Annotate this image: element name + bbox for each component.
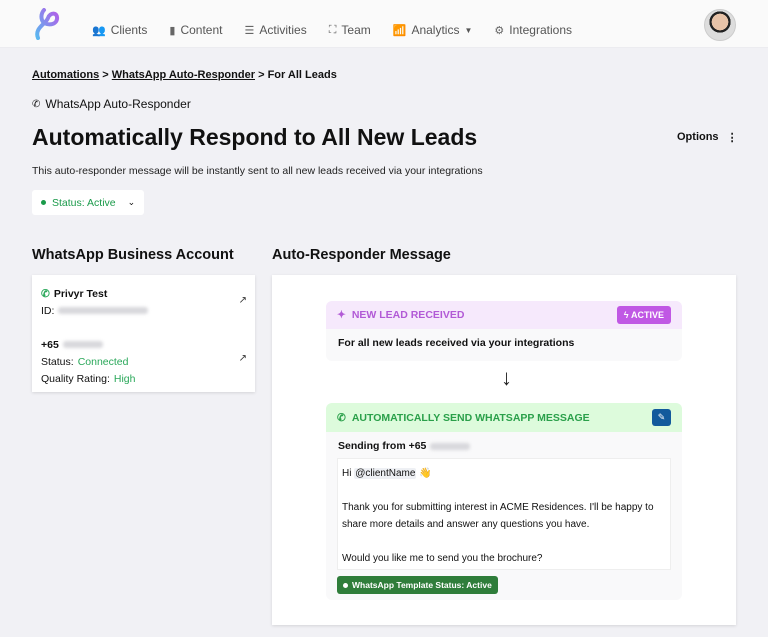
account-id-value [58,307,149,314]
breadcrumb-current: For All Leads [267,69,337,81]
trigger-block: ✦ NEW LEAD RECEIVED ϟ ACTIVE For all new … [326,301,682,361]
nav-activities[interactable]: ☰ Activities [244,23,306,37]
nav-label: Team [341,23,371,37]
breadcrumb-separator: > [102,69,109,81]
nav-label: Clients [110,23,148,37]
account-heading: WhatsApp Business Account [32,247,234,263]
message-preview: Hi @clientName 👋 Thank you for submittin… [337,458,671,570]
status-dot-icon [41,200,46,205]
breadcrumb-automations[interactable]: Automations [32,69,99,81]
file-icon: ▮ [169,24,176,37]
external-link-icon[interactable]: ↗ [239,353,247,364]
sending-from-label: Sending from +65 [338,440,427,452]
arrow-down-icon: ↓ [501,365,512,390]
status-label: Status: Active [52,196,116,209]
chevron-down-icon: ⌄ [127,197,136,207]
breadcrumb: Automations > WhatsApp Auto-Responder > … [32,69,337,81]
page-description: This auto-responder message will be inst… [32,165,483,177]
subtitle-text: WhatsApp Auto-Responder [45,97,191,111]
nav-integrations[interactable]: ⚙ Integrations [494,23,572,37]
breadcrumb-separator: > [258,69,265,81]
sparkles-icon: ✦ [337,309,346,321]
status-dot-icon [343,582,348,588]
waving-hand-icon: 👋 [419,468,432,479]
top-nav: 👥 Clients ▮ Content ☰ Activities ⛶ Team 📶 Ana… [0,0,768,48]
phone-prefix: +65 [41,338,59,351]
action-title: AUTOMATICALLY SEND WHATSAPP MESSAGE [351,411,590,424]
page-subtitle: ✆ WhatsApp Auto-Responder [32,97,191,111]
account-name: Privyr Test [53,287,108,300]
breadcrumb-whatsapp-auto-responder[interactable]: WhatsApp Auto-Responder [112,69,255,81]
quality-label: Quality Rating: [41,372,110,385]
greeting: Hi [342,468,352,479]
cogs-icon: ⚙ [494,24,505,37]
sitemap-icon: ⛶ [328,23,337,36]
connection-status: Connected [77,355,129,368]
nav-content[interactable]: ▮ Content [169,23,222,37]
whatsapp-icon: ✆ [41,287,50,300]
account-id-label: ID: [41,304,55,317]
template-status-badge: WhatsApp Template Status: Active [337,576,498,594]
message-heading: Auto-Responder Message [272,247,451,263]
client-name-tag: @clientName [354,468,417,479]
status-label: Status: [41,355,74,368]
sending-phone-number [430,442,471,450]
user-avatar[interactable] [704,9,736,41]
whatsapp-icon: ✆ [32,98,41,110]
action-block: ✆ AUTOMATICALLY SEND WHATSAPP MESSAGE ✎ S… [326,403,682,600]
nav-label: Analytics [411,23,460,37]
external-link-icon[interactable]: ↗ [239,295,247,306]
nav-label: Integrations [509,23,572,37]
message-question: Would you like me to send you the brochu… [342,553,543,564]
options-label: Options [677,131,719,143]
whatsapp-account-card: ✆ Privyr Test ID: ↗ +65 Status: Connected … [32,275,255,392]
options-button[interactable]: Options ⋮ [677,131,738,144]
active-badge: ϟ ACTIVE [616,306,671,324]
nav-label: Activities [259,23,307,37]
more-vertical-icon: ⋮ [726,132,738,144]
edit-button[interactable]: ✎ [652,409,671,426]
message-body: Thank you for submitting interest in ACM… [342,502,654,530]
nav-label: Content [180,23,223,37]
page-title: Automatically Respond to All New Leads [32,124,478,150]
quality-rating: High [113,372,136,385]
active-badge-label: ACTIVE [630,310,664,320]
whatsapp-icon: ✆ [337,411,346,424]
trigger-title: NEW LEAD RECEIVED [351,309,465,321]
users-icon: 👥 [92,24,106,37]
nav-team[interactable]: ⛶ Team [329,23,371,37]
status-dropdown[interactable]: Status: Active ⌄ [32,190,144,215]
phone-number [62,341,103,348]
nav-clients[interactable]: 👥 Clients [92,23,147,37]
nav-analytics[interactable]: 📶 Analytics ▼ [393,23,473,37]
app-logo[interactable] [32,8,62,40]
chart-icon: 📶 [392,24,407,37]
list-icon: ☰ [244,24,255,37]
trigger-description: For all new leads received via your inte… [338,337,575,349]
template-status-label: WhatsApp Template Status: Active [352,580,492,590]
caret-down-icon: ▼ [464,25,473,35]
auto-responder-card: ✦ NEW LEAD RECEIVED ϟ ACTIVE For all new … [272,275,736,625]
